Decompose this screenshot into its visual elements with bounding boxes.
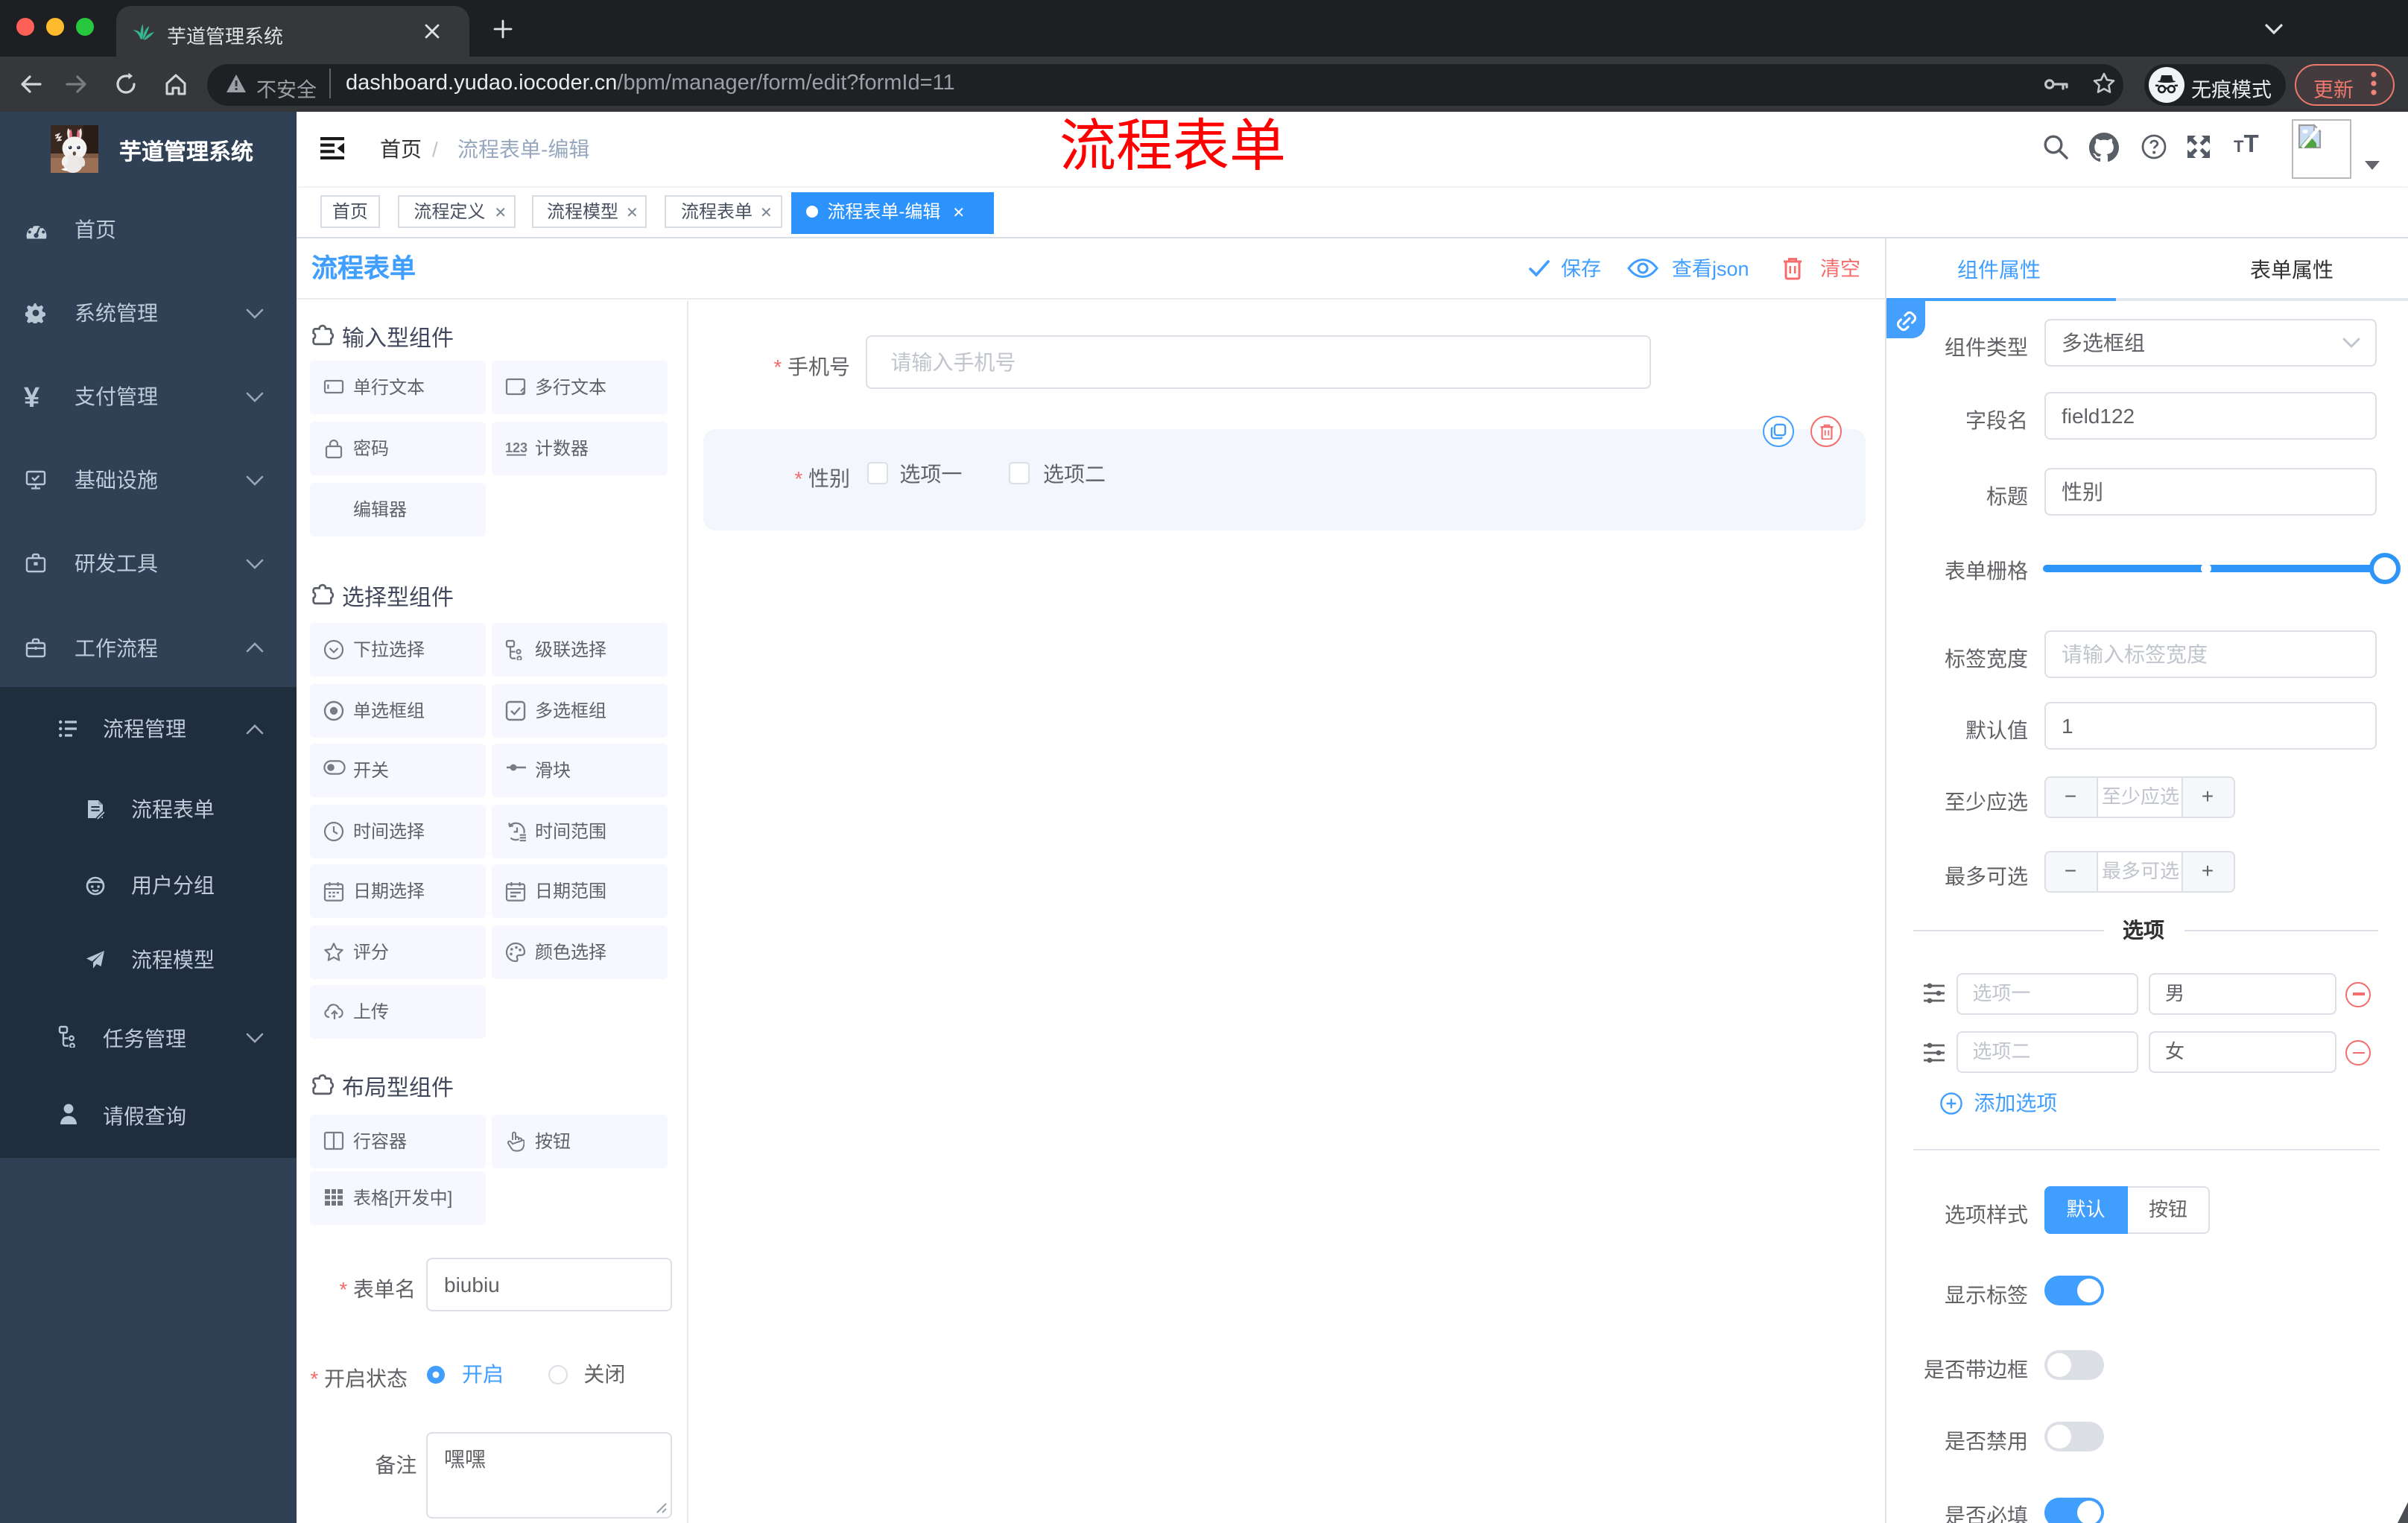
svg-text:123: 123 [505, 440, 527, 455]
